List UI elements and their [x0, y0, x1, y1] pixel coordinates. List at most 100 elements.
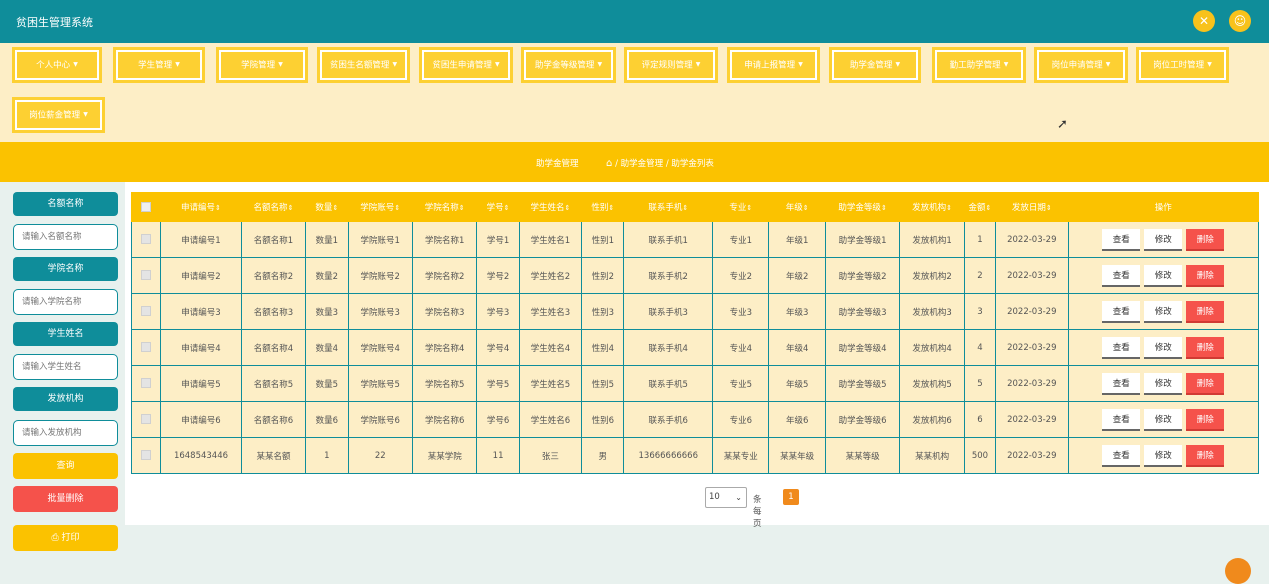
caret-down-icon: ▼ — [597, 61, 603, 68]
sort-icon[interactable]: ⇕ — [608, 204, 614, 212]
sort-icon[interactable]: ⇕ — [215, 204, 221, 212]
row-checkbox[interactable] — [141, 234, 152, 245]
print-button[interactable]: ⎙ 打印 — [13, 525, 118, 551]
table-cell: 发放机构3 — [899, 293, 965, 330]
quota-name-input[interactable] — [13, 224, 118, 250]
nav-item-5[interactable]: 贫困生申请管理 ▼ — [419, 47, 513, 83]
delete-button[interactable]: 删除 — [1186, 372, 1225, 395]
column-header[interactable]: 发放日期⇕ — [995, 192, 1069, 222]
nav-item-8[interactable]: 申请上报管理 ▼ — [727, 47, 820, 83]
delete-button[interactable]: 删除 — [1186, 228, 1225, 251]
sort-icon[interactable]: ⇕ — [565, 204, 571, 212]
nav-item-11[interactable]: 岗位申请管理 ▼ — [1034, 47, 1128, 83]
column-header[interactable]: 性别⇕ — [581, 192, 625, 222]
sort-icon[interactable]: ⇕ — [881, 204, 887, 212]
column-header[interactable]: 年级⇕ — [768, 192, 826, 222]
nav-item-label: 贫困生名额管理 — [329, 60, 390, 71]
view-button[interactable]: 查看 — [1102, 228, 1141, 251]
nav-item-6[interactable]: 助学金等级管理 ▼ — [521, 47, 616, 83]
nav-item-7[interactable]: 评定规则管理 ▼ — [624, 47, 718, 83]
issuer-input[interactable] — [13, 420, 118, 446]
table-cell: 专业1 — [712, 221, 770, 258]
nav-item-9[interactable]: 助学金管理 ▼ — [829, 47, 921, 83]
column-header[interactable]: 学院名称⇕ — [411, 192, 478, 222]
sort-icon[interactable]: ⇕ — [459, 204, 465, 212]
batch-delete-button[interactable]: 批量删除 — [13, 486, 118, 512]
student-name-input[interactable] — [13, 354, 118, 380]
column-header[interactable]: 专业⇕ — [712, 192, 770, 222]
edit-button[interactable]: 修改 — [1144, 300, 1183, 323]
sort-icon[interactable]: ⇕ — [946, 204, 952, 212]
edit-button[interactable]: 修改 — [1144, 372, 1183, 395]
column-header[interactable]: 金额⇕ — [963, 192, 997, 222]
column-header[interactable]: 申请编号⇕ — [160, 192, 242, 222]
sort-icon[interactable]: ⇕ — [803, 204, 809, 212]
view-button[interactable]: 查看 — [1102, 372, 1141, 395]
row-checkbox[interactable] — [141, 342, 152, 353]
row-checkbox[interactable] — [141, 414, 152, 425]
view-button[interactable]: 查看 — [1102, 300, 1141, 323]
column-header-label: 申请编号 — [181, 203, 216, 213]
nav-item-10[interactable]: 勤工助学管理 ▼ — [932, 47, 1026, 83]
nav-item-4[interactable]: 贫困生名额管理 ▼ — [317, 47, 410, 83]
delete-button[interactable]: 删除 — [1186, 444, 1225, 467]
sort-icon[interactable]: ⇕ — [682, 204, 688, 212]
row-checkbox[interactable] — [141, 450, 152, 461]
edit-button[interactable]: 修改 — [1144, 336, 1183, 359]
page-size-select[interactable]: 10 ⌄ — [705, 487, 747, 508]
row-checkbox[interactable] — [141, 306, 152, 317]
edit-button[interactable]: 修改 — [1144, 228, 1183, 251]
table-cell: 申请编号5 — [160, 365, 242, 402]
edit-button[interactable]: 修改 — [1144, 408, 1183, 431]
table-cell: 2 — [963, 257, 997, 294]
fullscreen-icon[interactable]: ✕ — [1193, 10, 1215, 32]
back-to-top-button[interactable] — [1225, 558, 1251, 584]
user-icon[interactable]: ☺ — [1229, 10, 1251, 32]
column-header[interactable]: 数量⇕ — [305, 192, 349, 222]
page-number-current[interactable]: 1 — [783, 489, 799, 505]
view-button[interactable]: 查看 — [1102, 408, 1141, 431]
delete-button[interactable]: 删除 — [1186, 264, 1225, 287]
row-checkbox[interactable] — [141, 378, 152, 389]
nav-item-12[interactable]: 岗位工时管理 ▼ — [1136, 47, 1229, 83]
home-icon[interactable]: ⌂ — [606, 158, 612, 169]
sort-icon[interactable]: ⇕ — [746, 204, 752, 212]
table-cell: 发放机构5 — [899, 365, 965, 402]
delete-button[interactable]: 删除 — [1186, 408, 1225, 431]
view-button[interactable]: 查看 — [1102, 444, 1141, 467]
column-header[interactable]: 助学金等级⇕ — [824, 192, 901, 222]
edit-button[interactable]: 修改 — [1144, 444, 1183, 467]
delete-button[interactable]: 删除 — [1186, 300, 1225, 323]
edit-button[interactable]: 修改 — [1144, 264, 1183, 287]
column-header[interactable]: 学院账号⇕ — [347, 192, 413, 222]
select-all-checkbox[interactable] — [141, 201, 152, 212]
row-checkbox[interactable] — [141, 270, 152, 281]
search-button[interactable]: 查询 — [13, 453, 118, 479]
sort-icon[interactable]: ⇕ — [986, 204, 992, 212]
sort-icon[interactable]: ⇕ — [288, 204, 294, 212]
view-button[interactable]: 查看 — [1102, 336, 1141, 359]
delete-button[interactable]: 删除 — [1186, 336, 1225, 359]
column-header[interactable]: 联系手机⇕ — [623, 192, 714, 222]
row-select-cell — [130, 365, 162, 402]
column-header[interactable]: 学生姓名⇕ — [518, 192, 583, 222]
column-header[interactable]: 学号⇕ — [476, 192, 520, 222]
sort-icon[interactable]: ⇕ — [332, 204, 338, 212]
sort-icon[interactable]: ⇕ — [394, 204, 400, 212]
view-button[interactable]: 查看 — [1102, 264, 1141, 287]
column-header[interactable]: 发放机构⇕ — [899, 192, 965, 222]
college-name-input[interactable] — [13, 289, 118, 315]
nav-item-13[interactable]: 岗位薪金管理 ▼ — [12, 97, 105, 133]
table-cell: 某某学院 — [411, 437, 478, 474]
caret-down-icon: ▼ — [278, 61, 283, 68]
nav-item-label: 申请上报管理 — [744, 60, 796, 71]
table-cell: 学号1 — [476, 221, 520, 258]
nav-item-1[interactable]: 个人中心 ▼ — [12, 47, 102, 83]
sort-icon[interactable]: ⇕ — [504, 204, 510, 212]
table-cell: 联系手机5 — [623, 365, 714, 402]
sort-icon[interactable]: ⇕ — [1046, 204, 1052, 212]
nav-item-3[interactable]: 学院管理 ▼ — [216, 47, 308, 83]
table-cell: 发放机构6 — [899, 401, 965, 438]
nav-item-2[interactable]: 学生管理 ▼ — [113, 47, 205, 83]
column-header[interactable]: 名额名称⇕ — [240, 192, 307, 222]
